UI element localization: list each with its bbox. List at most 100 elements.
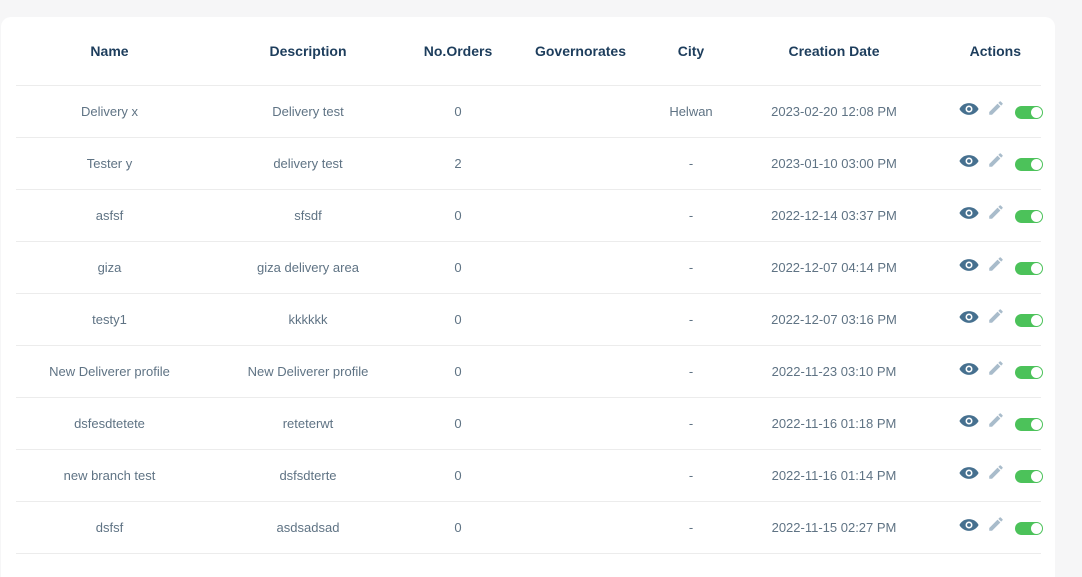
eye-icon[interactable] (959, 257, 979, 273)
cell-orders: 0 (413, 85, 503, 138)
cell-governorates (503, 137, 658, 190)
row-actions (944, 398, 1043, 449)
eye-icon[interactable] (959, 413, 979, 429)
cell-city: - (658, 293, 724, 346)
table-row: giza giza delivery area 0 - 2022-12-07 0… (16, 241, 1043, 294)
cell-name: Delivery x (16, 85, 203, 138)
active-toggle-switch[interactable] (1015, 418, 1043, 431)
table-row: new branch test dsfsdterte 0 - 2022-11-1… (16, 449, 1043, 502)
table-row: New Deliverer profile New Deliverer prof… (16, 345, 1043, 398)
toggle-knob (1031, 159, 1042, 170)
cell-governorates (503, 189, 658, 242)
table-row: Delivery x Delivery test 0 Helwan 2023-0… (16, 85, 1043, 138)
row-actions (944, 450, 1043, 501)
toggle-knob (1031, 211, 1042, 222)
cell-governorates (503, 501, 658, 554)
cell-description: Delivery test (203, 85, 413, 138)
cell-description: dsfsdterte (203, 449, 413, 502)
cell-orders: 0 (413, 189, 503, 242)
cell-name: new branch test (16, 449, 203, 502)
cell-city: - (658, 241, 724, 294)
cell-creation-date: 2022-12-07 03:16 PM (724, 293, 944, 346)
cell-orders: 0 (413, 501, 503, 554)
cell-orders: 2 (413, 137, 503, 190)
eye-icon[interactable] (959, 465, 979, 481)
column-header-city[interactable]: City (658, 17, 724, 86)
active-toggle-switch[interactable] (1015, 522, 1043, 535)
pencil-icon[interactable] (987, 411, 1005, 429)
eye-icon[interactable] (959, 309, 979, 325)
pencil-icon[interactable] (987, 99, 1005, 117)
toggle-knob (1031, 315, 1042, 326)
table-body: Delivery x Delivery test 0 Helwan 2023-0… (16, 85, 1043, 554)
cell-governorates (503, 293, 658, 346)
row-actions (944, 294, 1043, 345)
eye-icon[interactable] (959, 205, 979, 221)
cell-creation-date: 2023-01-10 03:00 PM (724, 137, 944, 190)
cell-creation-date: 2022-11-23 03:10 PM (724, 345, 944, 398)
active-toggle-switch[interactable] (1015, 106, 1043, 119)
row-actions (944, 86, 1043, 137)
cell-city: - (658, 137, 724, 190)
cell-creation-date: 2022-12-07 04:14 PM (724, 241, 944, 294)
cell-actions (944, 501, 1043, 554)
cell-orders: 0 (413, 449, 503, 502)
cell-actions (944, 345, 1043, 398)
column-header-orders[interactable]: No.Orders (413, 17, 503, 86)
cell-city: - (658, 345, 724, 398)
active-toggle-switch[interactable] (1015, 366, 1043, 379)
delivery-profiles-card: Name Description No.Orders Governorates … (1, 17, 1055, 577)
pencil-icon[interactable] (987, 359, 1005, 377)
active-toggle-switch[interactable] (1015, 210, 1043, 223)
cell-governorates (503, 449, 658, 502)
cell-city: - (658, 189, 724, 242)
pencil-icon[interactable] (987, 203, 1005, 221)
cell-orders: 0 (413, 241, 503, 294)
active-toggle-switch[interactable] (1015, 314, 1043, 327)
cell-name: giza (16, 241, 203, 294)
pencil-icon[interactable] (987, 151, 1005, 169)
cell-creation-date: 2022-11-16 01:18 PM (724, 397, 944, 450)
cell-name: dsfsf (16, 501, 203, 554)
active-toggle-switch[interactable] (1015, 262, 1043, 275)
table-row: Tester y delivery test 2 - 2023-01-10 03… (16, 137, 1043, 190)
eye-icon[interactable] (959, 361, 979, 377)
cell-city: Helwan (658, 85, 724, 138)
column-header-creation-date[interactable]: Creation Date (724, 17, 944, 86)
cell-name: New Deliverer profile (16, 345, 203, 398)
eye-icon[interactable] (959, 517, 979, 533)
cell-actions (944, 397, 1043, 450)
active-toggle-switch[interactable] (1015, 158, 1043, 171)
pencil-icon[interactable] (987, 463, 1005, 481)
column-header-governorates[interactable]: Governorates (503, 17, 658, 86)
cell-name: dsfesdtetete (16, 397, 203, 450)
cell-governorates (503, 85, 658, 138)
delivery-profiles-table: Name Description No.Orders Governorates … (16, 17, 1043, 554)
cell-orders: 0 (413, 397, 503, 450)
column-header-name[interactable]: Name (16, 17, 203, 86)
eye-icon[interactable] (959, 101, 979, 117)
cell-creation-date: 2022-11-15 02:27 PM (724, 501, 944, 554)
table-row: asfsf sfsdf 0 - 2022-12-14 03:37 PM (16, 189, 1043, 242)
column-header-description[interactable]: Description (203, 17, 413, 86)
cell-actions (944, 85, 1043, 138)
row-actions (944, 346, 1043, 397)
active-toggle-switch[interactable] (1015, 470, 1043, 483)
cell-city: - (658, 501, 724, 554)
table-header-row: Name Description No.Orders Governorates … (16, 17, 1041, 86)
toggle-knob (1031, 523, 1042, 534)
cell-description: kkkkkk (203, 293, 413, 346)
row-actions (944, 242, 1043, 293)
pencil-icon[interactable] (987, 307, 1005, 325)
toggle-knob (1031, 471, 1042, 482)
cell-actions (944, 293, 1043, 346)
pencil-icon[interactable] (987, 515, 1005, 533)
table-row: testy1 kkkkkk 0 - 2022-12-07 03:16 PM (16, 293, 1043, 346)
cell-description: delivery test (203, 137, 413, 190)
cell-actions (944, 189, 1043, 242)
pencil-icon[interactable] (987, 255, 1005, 273)
cell-orders: 0 (413, 345, 503, 398)
cell-orders: 0 (413, 293, 503, 346)
cell-creation-date: 2023-02-20 12:08 PM (724, 85, 944, 138)
eye-icon[interactable] (959, 153, 979, 169)
